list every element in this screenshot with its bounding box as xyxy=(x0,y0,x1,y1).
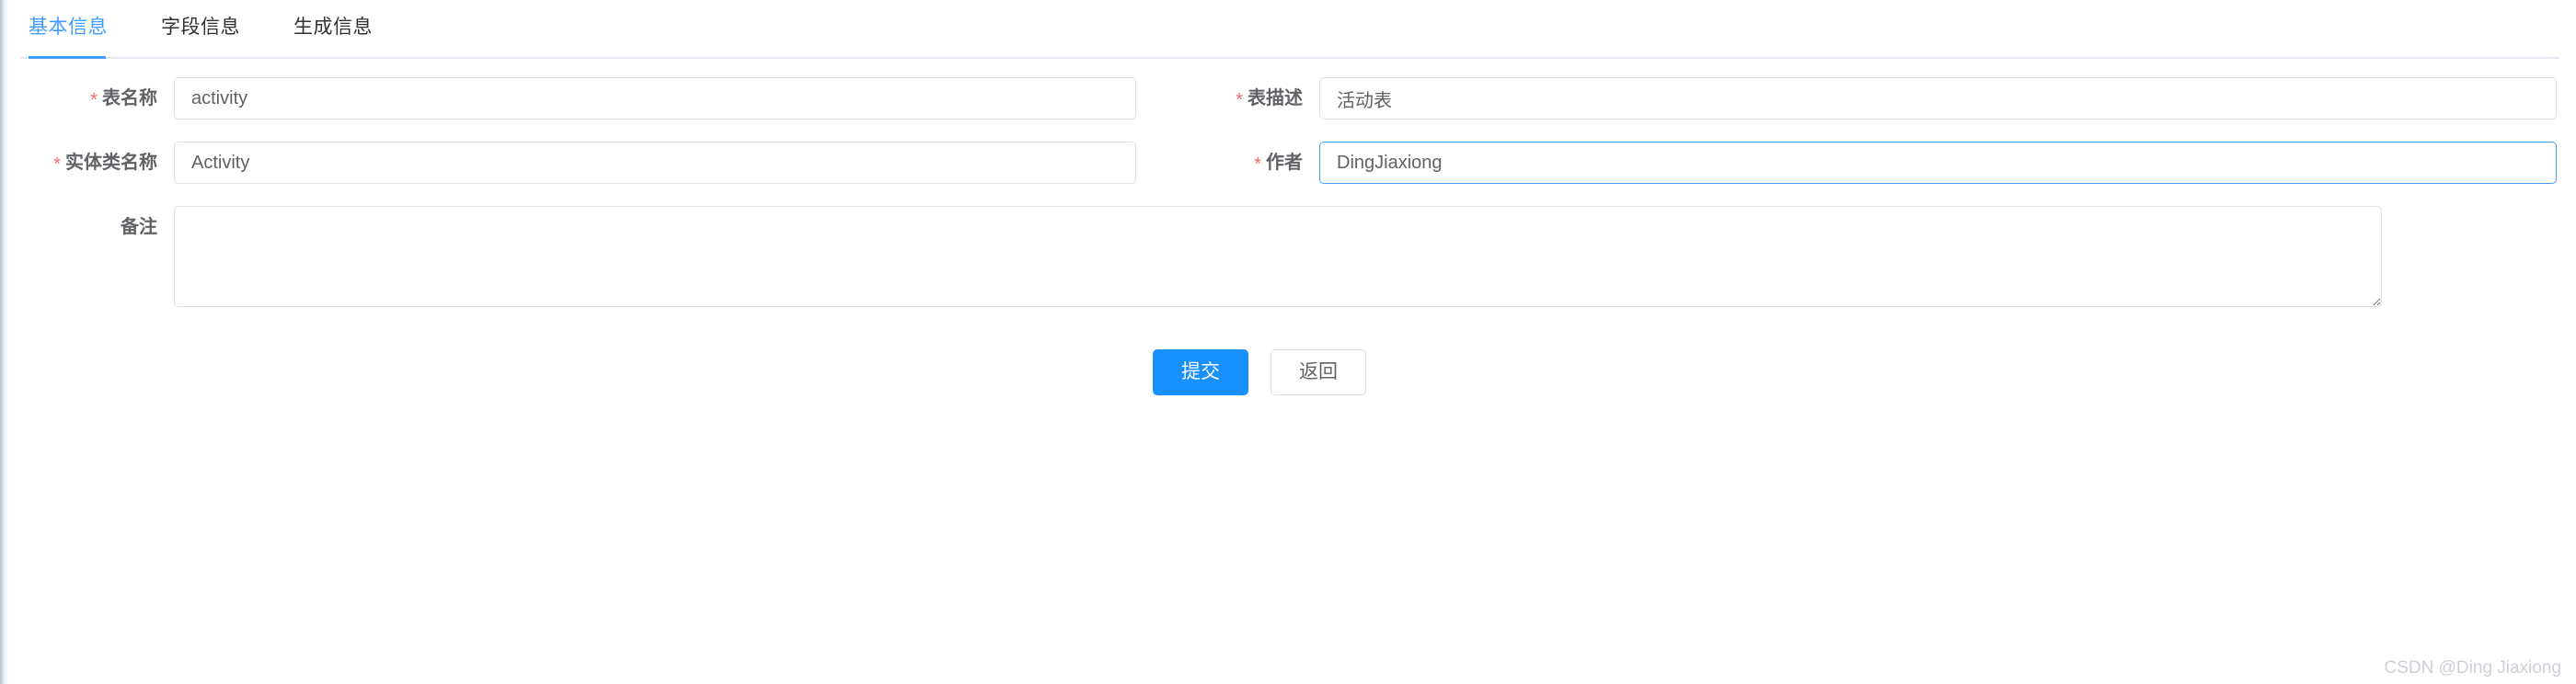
class-name-label: * 实体类名称 xyxy=(8,142,174,184)
author-input[interactable] xyxy=(1319,142,2557,184)
tab-field-info[interactable]: 字段信息 xyxy=(161,0,240,55)
class-name-label-text: 实体类名称 xyxy=(65,153,157,173)
remark-label-text: 备注 xyxy=(121,217,157,237)
remark-textarea[interactable] xyxy=(174,206,2382,307)
table-comment-label-text: 表描述 xyxy=(1248,88,1303,108)
form-item-table-name: * 表名称 xyxy=(8,77,1154,120)
form-item-remark: 备注 xyxy=(8,206,2382,307)
tab-field-info-label: 字段信息 xyxy=(161,17,240,38)
submit-button[interactable]: 提交 xyxy=(1153,349,1248,395)
remark-label: 备注 xyxy=(8,206,174,248)
form-row-3: 备注 xyxy=(8,206,2576,307)
left-edge-gutter xyxy=(0,0,8,684)
table-name-input[interactable] xyxy=(174,77,1136,120)
form-row-2: *实体类名称 *作者 xyxy=(8,142,2576,184)
basic-info-form: *表名称 *表描述 *实体类名称 xyxy=(8,59,2576,395)
author-label-text: 作者 xyxy=(1266,153,1303,173)
tab-basic-info-label: 基本信息 xyxy=(29,17,108,38)
table-name-label-text: 表名称 xyxy=(102,88,157,108)
required-asterisk: * xyxy=(90,90,98,110)
page-container: 基本信息 字段信息 生成信息 *表名称 * xyxy=(8,0,2576,684)
tab-generate-info[interactable]: 生成信息 xyxy=(293,0,373,55)
class-name-input[interactable] xyxy=(174,142,1136,184)
form-item-table-comment: * 表描述 xyxy=(1154,77,2576,120)
table-comment-label: * 表描述 xyxy=(1154,77,1319,120)
table-name-label: * 表名称 xyxy=(8,77,174,120)
table-comment-input[interactable] xyxy=(1319,77,2557,120)
back-button[interactable]: 返回 xyxy=(1271,349,1366,395)
form-item-author: * 作者 xyxy=(1154,142,2576,184)
required-asterisk: * xyxy=(53,154,61,175)
tab-generate-info-label: 生成信息 xyxy=(293,17,373,38)
tab-bar: 基本信息 字段信息 生成信息 xyxy=(20,0,2559,59)
required-asterisk: * xyxy=(1254,154,1261,175)
author-label: * 作者 xyxy=(1154,142,1319,184)
form-actions: 提交 返回 xyxy=(8,349,2576,395)
form-row-1: *表名称 *表描述 xyxy=(8,77,2576,120)
form-item-class-name: * 实体类名称 xyxy=(8,142,1154,184)
tab-basic-info[interactable]: 基本信息 xyxy=(29,0,108,55)
required-asterisk: * xyxy=(1236,90,1243,110)
active-tab-indicator xyxy=(29,56,106,59)
watermark: CSDN @Ding Jiaxiong xyxy=(2384,658,2561,678)
